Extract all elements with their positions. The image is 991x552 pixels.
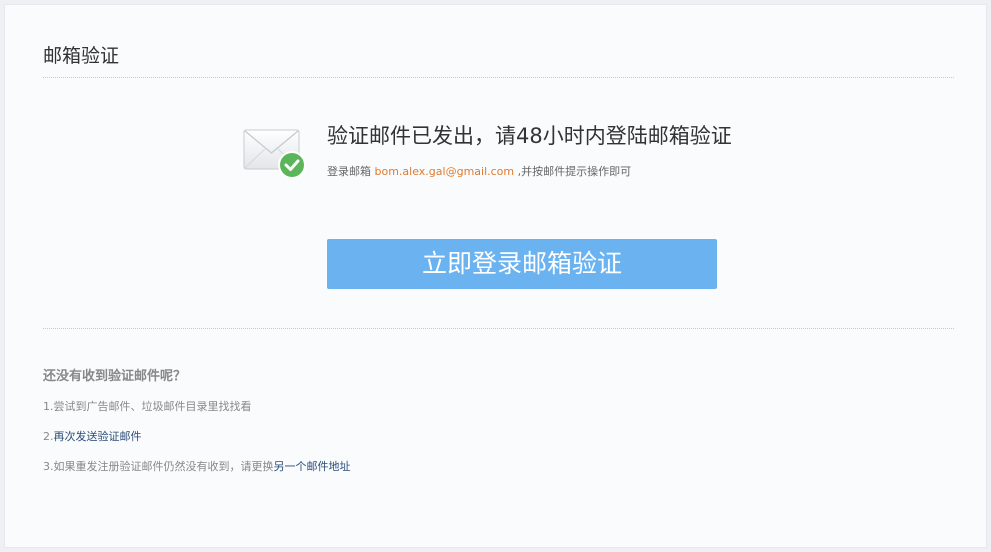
login-instruction-suffix: ,并按邮件提示操作即可 [514, 165, 632, 178]
mail-envelope-icon [243, 125, 307, 183]
login-instruction-prefix: 登录邮箱 [327, 165, 375, 178]
email-verification-panel: 邮箱验证 验证邮件已发出，请48小时内登陆邮箱验证 登录邮箱 bom.alex.… [4, 4, 987, 548]
help-tip-3-prefix: 3.如果重发注册验证邮件仍然没有收到，请更换 [43, 460, 274, 473]
change-email-link[interactable]: 另一个邮件地址 [274, 460, 351, 473]
registered-email: bom.alex.gal@gmail.com [374, 165, 515, 178]
help-tip-2-prefix: 2. [43, 430, 54, 443]
login-mailbox-button[interactable]: 立即登录邮箱验证 [327, 239, 717, 289]
section-divider [43, 328, 954, 329]
help-tip-2: 2.再次发送验证邮件 [43, 428, 142, 446]
page-title: 邮箱验证 [43, 45, 120, 67]
login-instruction: 登录邮箱 bom.alex.gal@gmail.com ,并按邮件提示操作即可 [327, 163, 631, 181]
green-check-badge-icon [278, 151, 306, 179]
resend-verification-link[interactable]: 再次发送验证邮件 [54, 430, 142, 443]
page-header: 邮箱验证 [43, 43, 954, 78]
help-title: 还没有收到验证邮件呢？ [43, 369, 187, 384]
help-tip-1: 1.尝试到广告邮件、垃圾邮件目录里找找看 [43, 400, 252, 413]
verification-sent-headline: 验证邮件已发出，请48小时内登陆邮箱验证 [327, 124, 732, 148]
help-tip-3: 3.如果重发注册验证邮件仍然没有收到，请更换另一个邮件地址 [43, 458, 351, 476]
